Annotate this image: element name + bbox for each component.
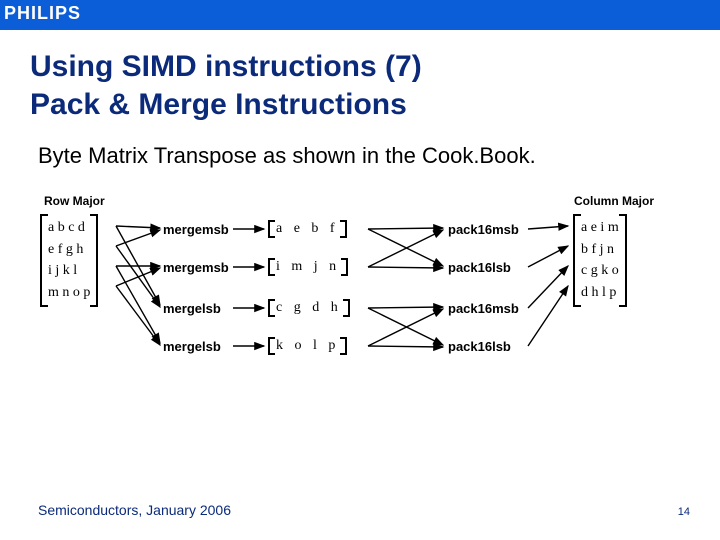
mid-vec-2-text: c g d h xyxy=(276,300,342,315)
body-text: Byte Matrix Transpose as shown in the Co… xyxy=(38,143,720,169)
transpose-diagram: Row Major Column Major a b c d e f g h i… xyxy=(38,194,682,384)
header-bar: PHILIPS xyxy=(0,0,720,30)
row-major-label: Row Major xyxy=(44,194,105,208)
footer-text: Semiconductors, January 2006 xyxy=(38,502,231,518)
mid-vec-0-text: a e b f xyxy=(276,221,339,236)
pack-op-1: pack16lsb xyxy=(448,260,511,275)
merge-op-1: mergemsb xyxy=(163,260,229,275)
output-row-2: c g k o xyxy=(581,260,619,282)
input-row-1: e f g h xyxy=(48,239,90,261)
merge-op-3: mergelsb xyxy=(163,339,221,354)
mid-vec-3: k o l p xyxy=(268,337,347,355)
pack-op-2: pack16msb xyxy=(448,301,519,316)
mid-vec-1-text: i m j n xyxy=(276,259,340,274)
title-line-1: Using SIMD instructions (7) xyxy=(30,50,422,83)
output-row-0: a e i m xyxy=(581,217,619,239)
mid-vec-2: c g d h xyxy=(268,299,350,317)
mid-vec-0: a e b f xyxy=(268,220,347,238)
pack-op-0: pack16msb xyxy=(448,222,519,237)
mid-vec-1: i m j n xyxy=(268,258,348,276)
title-line-2: Pack & Merge Instructions xyxy=(30,88,407,121)
philips-logo: PHILIPS xyxy=(4,3,81,24)
merge-op-2: mergelsb xyxy=(163,301,221,316)
slide-title: Using SIMD instructions (7) Pack & Merge… xyxy=(30,48,720,123)
output-row-3: d h l p xyxy=(581,282,619,304)
input-matrix: a b c d e f g h i j k l m n o p xyxy=(40,214,98,307)
pack-op-3: pack16lsb xyxy=(448,339,511,354)
input-row-0: a b c d xyxy=(48,217,90,239)
output-row-1: b f j n xyxy=(581,239,619,261)
merge-op-0: mergemsb xyxy=(163,222,229,237)
page-number: 14 xyxy=(678,506,690,518)
input-row-2: i j k l xyxy=(48,260,90,282)
mid-vec-3-text: k o l p xyxy=(276,338,339,353)
output-matrix: a e i m b f j n c g k o d h l p xyxy=(573,214,627,307)
column-major-label: Column Major xyxy=(574,194,654,208)
input-row-3: m n o p xyxy=(48,282,90,304)
